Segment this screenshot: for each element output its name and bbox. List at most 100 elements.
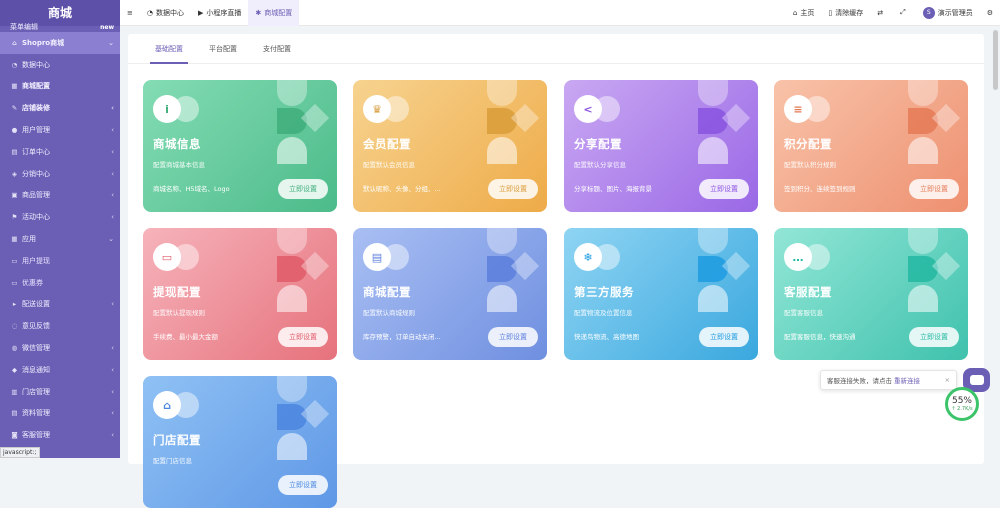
wechat-icon: ◍: [11, 344, 18, 353]
scrollbar[interactable]: [993, 30, 998, 90]
hamburger-icon: ≡: [127, 8, 133, 17]
sidebar-item-8[interactable]: ⚑ 活动中心 ‹: [0, 206, 120, 228]
card-title: 商城信息: [153, 137, 201, 151]
sidebar-item-partial[interactable]: 菜单编辑 new: [0, 22, 120, 32]
card-features: 库存预警，订单自动关闭...: [363, 333, 441, 341]
sidebar-item-13[interactable]: ◌ 意见反馈: [0, 315, 120, 337]
card-features: 手续费、最小最大金额: [153, 333, 218, 341]
sidebar-item-17[interactable]: ▤ 资料管理 ‹: [0, 403, 120, 425]
tab-0[interactable]: ◔ 数据中心: [140, 0, 191, 26]
config-tab-1[interactable]: 平台配置: [196, 34, 250, 63]
sidebar-item-9[interactable]: ▦ 应用 ⌄: [0, 228, 120, 250]
chevron-icon: ‹: [111, 169, 114, 178]
sidebar-item-label: 客服管理: [22, 431, 50, 440]
user-icon: ●: [11, 126, 18, 135]
chevron-icon: ‹: [111, 126, 114, 135]
top-navbar: ≡ ◔ 数据中心 ▶ 小程序直播 ✱ 商城配置 ⌂ 主页 ▯ 清除缓存 ⇄ ⤢ S 演示管理员 ⚙: [120, 0, 1000, 26]
tab-1[interactable]: ▶ 小程序直播: [191, 0, 248, 26]
settings-icon: ✱: [255, 8, 262, 17]
user-name: 演示管理员: [937, 8, 973, 17]
config-card-1: ♛ 会员配置 配置默认会员信息 默认昵称、头像、分组、... 立即设置: [353, 80, 547, 212]
chevron-icon: ⌄: [108, 38, 114, 47]
sidebar-item-3[interactable]: ✎ 店铺装修 ‹: [0, 97, 120, 119]
toolbar-button-1[interactable]: ▯ 清除缓存: [821, 0, 870, 26]
toolbar-button-3[interactable]: ⤢: [893, 0, 916, 26]
card-title: 提现配置: [153, 285, 201, 299]
settings-button[interactable]: ⚙: [980, 0, 1000, 26]
card-title: 分享配置: [574, 137, 622, 151]
setup-button[interactable]: 立即设置: [488, 327, 538, 347]
chevron-icon: ‹: [111, 431, 114, 440]
document-icon: ▤: [363, 243, 391, 271]
sidebar-item-label: 用户管理: [22, 126, 50, 135]
sidebar-item-18[interactable]: ◙ 客服管理 ‹: [0, 424, 120, 446]
setup-button[interactable]: 立即设置: [278, 179, 328, 199]
card-features: 配置客服信息，快速沟通: [784, 333, 856, 341]
config-tabs: 基础配置 平台配置 支付配置: [128, 34, 984, 64]
close-icon[interactable]: ×: [945, 376, 950, 384]
truck-icon: ▸: [12, 300, 17, 309]
card-desc: 配置物流及位置信息: [574, 309, 633, 317]
sidebar-item-label: 分销中心: [22, 169, 50, 178]
setup-button[interactable]: 立即设置: [699, 179, 749, 199]
card-desc: 配置默认提现规则: [153, 309, 205, 317]
sidebar-item-label: Shopro商城: [22, 38, 65, 47]
sidebar-item-5[interactable]: ▤ 订单中心 ‹: [0, 141, 120, 163]
user-menu[interactable]: S 演示管理员: [916, 0, 980, 26]
sidebar-item-16[interactable]: ▥ 门店管理 ‹: [0, 381, 120, 403]
meter-speed: ↑ 2.7K/s: [951, 406, 973, 412]
sidebar-item-11[interactable]: ▭ 优惠券: [0, 272, 120, 294]
sidebar-item-15[interactable]: ◆ 消息通知 ‹: [0, 359, 120, 381]
card-title: 门店配置: [153, 433, 201, 447]
sidebar-item-10[interactable]: ▭ 用户提现: [0, 250, 120, 272]
browser-status-bar: javascript:;: [0, 447, 40, 458]
card-desc: 配置默认会员信息: [363, 161, 415, 169]
card-desc: 配置门店信息: [153, 457, 192, 465]
setup-button[interactable]: 立即设置: [909, 179, 959, 199]
setup-button[interactable]: 立即设置: [909, 327, 959, 347]
toast-message: 客服连接失败，请点击: [827, 377, 892, 385]
card-desc: 配置商城基本信息: [153, 161, 205, 169]
meter-percent: 55%: [951, 396, 972, 406]
setup-button[interactable]: 立即设置: [278, 475, 328, 495]
config-tab-0[interactable]: 基础配置: [142, 34, 196, 64]
sidebar-item-label: 消息通知: [22, 365, 50, 374]
sidebar-item-12[interactable]: ▸ 配送设置 ‹: [0, 294, 120, 316]
apps-icon: ▦: [11, 235, 18, 244]
sidebar-item-7[interactable]: ▣ 商品管理 ‹: [0, 185, 120, 207]
card-features: 分享标题、图片、海报背景: [574, 185, 652, 193]
sidebar-item-6[interactable]: ◈ 分销中心 ‹: [0, 163, 120, 185]
top-right-tools: ⌂ 主页 ▯ 清除缓存 ⇄ ⤢ S 演示管理员 ⚙: [786, 0, 1000, 26]
sidebar-item-14[interactable]: ◍ 微信管理 ‹: [0, 337, 120, 359]
toolbar-button-2[interactable]: ⇄: [870, 0, 893, 26]
setup-button[interactable]: 立即设置: [278, 327, 328, 347]
reconnect-link[interactable]: 重新连接: [894, 375, 920, 385]
sidebar-item-0[interactable]: ⌂ Shopro商城 ⌄: [0, 32, 120, 54]
chevron-icon: ‹: [111, 191, 114, 200]
tab-2[interactable]: ✱ 商城配置: [248, 0, 300, 26]
sidebar-menu: ⌂ Shopro商城 ⌄ ◔ 数据中心 ▦ 商城配置 ✎ 店铺装修 ‹ ● 用户管理 ‹ ▤ 订单中心 ‹ ◈ 分…: [0, 32, 120, 446]
wallet-icon: ▭: [153, 243, 181, 271]
config-card-6: ❄ 第三方服务 配置物流及位置信息 快递鸟物流、高德地图 立即设置: [564, 228, 758, 360]
card-title: 商城配置: [363, 285, 411, 299]
sidebar-item-2[interactable]: ▦ 商城配置: [0, 76, 120, 98]
video-icon: ▶: [197, 8, 204, 17]
card-features: 商城名称、H5域名、Logo: [153, 185, 230, 193]
sidebar-item-label: 活动中心: [22, 213, 50, 222]
tab-label: 数据中心: [155, 8, 184, 17]
sidebar-item-1[interactable]: ◔ 数据中心: [0, 54, 120, 76]
setup-button[interactable]: 立即设置: [488, 179, 538, 199]
config-tab-2[interactable]: 支付配置: [250, 34, 304, 63]
card-features: 快递鸟物流、高德地图: [574, 333, 639, 341]
crown-icon: ♛: [363, 95, 391, 123]
setup-button[interactable]: 立即设置: [699, 327, 749, 347]
menu-toggle-button[interactable]: ≡: [120, 0, 140, 26]
home-icon: ⌂: [12, 38, 17, 47]
toolbar-button-0[interactable]: ⌂ 主页: [786, 0, 821, 26]
tab-label: 小程序直播: [206, 8, 242, 17]
card-desc: 配置客服信息: [784, 309, 823, 317]
sidebar-item-4[interactable]: ● 用户管理 ‹: [0, 119, 120, 141]
sidebar-item-label: 应用: [22, 235, 36, 244]
top-tabs: ◔ 数据中心 ▶ 小程序直播 ✱ 商城配置: [140, 0, 300, 26]
share-icon: <: [574, 95, 602, 123]
